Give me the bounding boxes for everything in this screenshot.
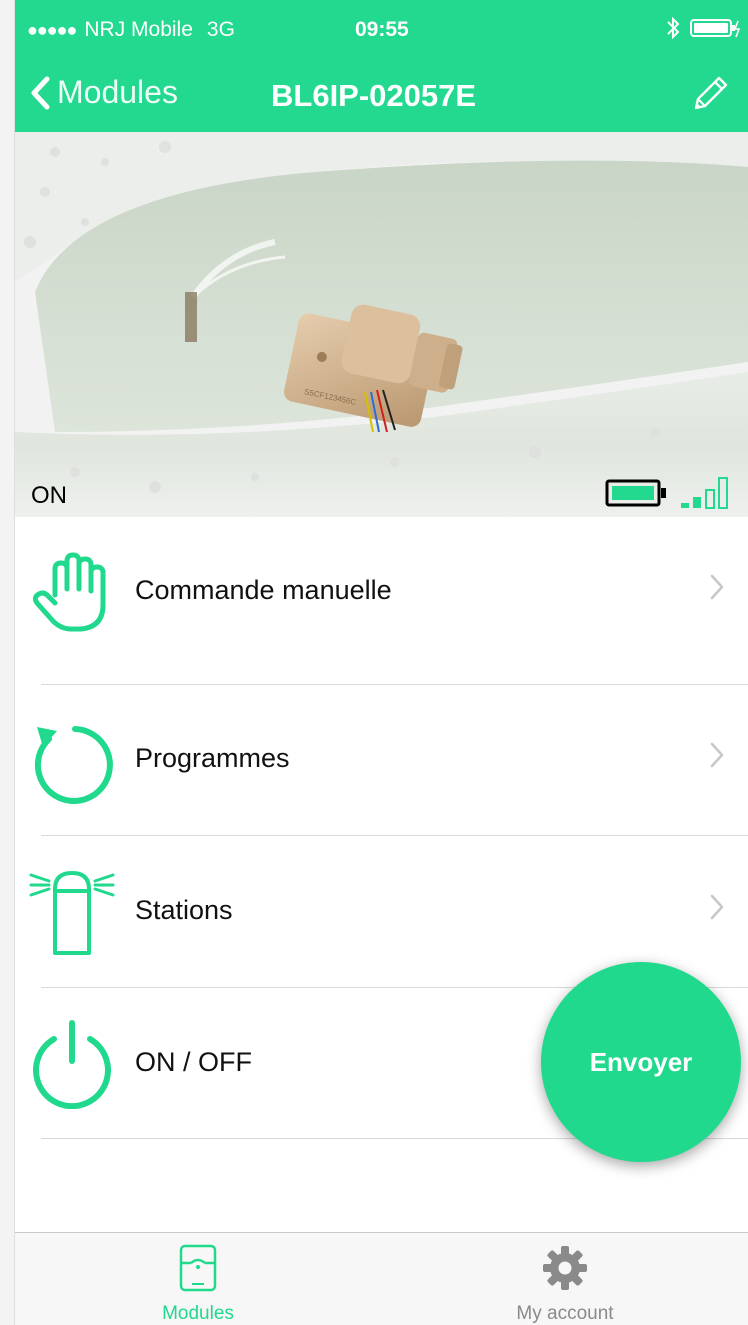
tab-label-modules: Modules <box>162 1303 234 1324</box>
device-state-label: ON <box>31 482 67 509</box>
battery-status-icon <box>690 19 741 38</box>
controller-photo: S5CF123456C <box>15 132 748 517</box>
menu-label-stations: Stations <box>135 895 233 925</box>
status-bar: ●●●●● NRJ Mobile 3G 09:55 <box>15 0 748 62</box>
chevron-right-icon <box>710 574 724 600</box>
signal-strength-icon <box>681 477 728 509</box>
tab-label-my-account: My account <box>516 1303 614 1324</box>
back-button[interactable]: Modules <box>29 74 178 111</box>
header: ●●●●● NRJ Mobile 3G 09:55 Modules BL6IP-… <box>15 0 748 132</box>
tab-modules[interactable]: Modules <box>15 1233 381 1325</box>
network-type: 3G <box>206 18 235 41</box>
hand-icon <box>32 552 106 632</box>
chevron-right-icon <box>710 894 724 920</box>
send-button[interactable]: Envoyer <box>541 962 741 1162</box>
tab-my-account[interactable]: My account <box>382 1233 748 1325</box>
pencil-icon <box>694 76 728 110</box>
chevron-right-icon <box>710 742 724 768</box>
page-title: BL6IP-02057E <box>271 78 477 113</box>
carrier-name: NRJ Mobile <box>84 18 193 41</box>
module-icon <box>179 1244 217 1292</box>
battery-level-icon <box>605 479 666 507</box>
back-label: Modules <box>57 74 178 110</box>
power-icon <box>33 1020 111 1109</box>
clock: 09:55 <box>355 18 409 41</box>
gear-icon <box>543 1246 587 1290</box>
refresh-icon <box>34 726 113 804</box>
status-right <box>666 16 742 40</box>
signal-dots-icon: ●●●●● <box>27 19 77 40</box>
edit-button[interactable] <box>688 72 732 121</box>
menu-item-manual-command[interactable]: Commande manuelle <box>15 517 748 668</box>
menu-label-manual-command: Commande manuelle <box>135 575 392 605</box>
bluetooth-icon <box>667 16 680 40</box>
nav-bar: Modules BL6IP-02057E <box>15 62 748 132</box>
divider <box>41 835 748 836</box>
status-left: ●●●●● NRJ Mobile 3G <box>27 18 235 42</box>
menu-label-programmes: Programmes <box>135 743 290 773</box>
send-button-label: Envoyer <box>589 1046 693 1077</box>
app-screen: ●●●●● NRJ Mobile 3G 09:55 Modules BL6IP-… <box>15 0 748 1325</box>
menu-item-programmes[interactable]: Programmes <box>15 685 748 836</box>
chevron-left-icon <box>31 76 50 109</box>
hero-image: S5CF123456C ON <box>15 132 748 517</box>
device-frame-edge <box>0 0 15 1325</box>
menu-label-on-off: ON / OFF <box>135 1047 252 1077</box>
sprinkler-icon <box>29 871 115 955</box>
tab-bar: Modules My account <box>15 1232 748 1325</box>
